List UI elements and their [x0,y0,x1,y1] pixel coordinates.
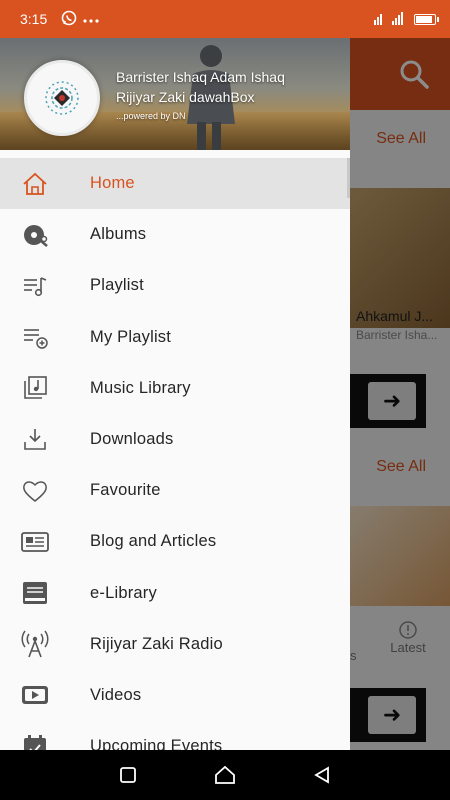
menu-item-videos[interactable]: Videos [0,670,350,721]
whatsapp-icon [61,10,77,29]
menu-item-favourite[interactable]: Favourite [0,465,350,516]
menu-item-downloads[interactable]: Downloads [0,414,350,465]
header-name-line1: Barrister Ishaq Adam Ishaq [116,69,285,85]
logo-icon [45,81,79,115]
menu-item-blog[interactable]: Blog and Articles [0,516,350,567]
playlist-add-icon [20,322,50,352]
calendar-icon [20,732,50,750]
status-bar: 3:15 [0,0,450,38]
menu-item-label: Blog and Articles [90,532,217,551]
menu-item-albums[interactable]: Albums [0,209,350,260]
home-icon [20,169,50,199]
playlist-icon [20,271,50,301]
heart-icon [20,476,50,506]
radio-tower-icon [20,629,50,659]
menu-item-label: Favourite [90,481,161,500]
menu-item-label: Home [90,174,135,193]
home-nav-icon [215,765,235,784]
header-name-line2: Rijiyar Zaki dawahBox [116,89,255,105]
menu-item-label: Music Library [90,378,191,397]
back-icon [313,766,329,784]
menu-item-label: Upcoming Events [90,737,223,750]
drawer-header: Barrister Ishaq Adam Ishaq Rijiyar Zaki … [0,38,350,150]
signal-icon [374,11,408,28]
menu-item-music-library[interactable]: Music Library [0,363,350,414]
menu-item-label: Playlist [90,276,144,295]
avatar[interactable] [24,60,100,136]
music-library-icon [20,373,50,403]
battery-icon [414,13,439,25]
menu-item-radio[interactable]: Rijiyar Zaki Radio [0,619,350,670]
back-button[interactable] [302,755,342,795]
header-powered-by: ...powered by DN [116,111,186,121]
book-icon [20,578,50,608]
menu-item-upcoming-events[interactable]: Upcoming Events [0,721,350,750]
drawer-menu: Home Albums Playlist My Playlist Music L… [0,158,350,750]
navigation-drawer: Barrister Ishaq Adam Ishaq Rijiyar Zaki … [0,38,350,750]
menu-item-label: My Playlist [90,327,172,346]
download-icon [20,425,50,455]
album-disc-icon [20,220,50,250]
menu-item-playlist[interactable]: Playlist [0,260,350,311]
menu-item-label: Downloads [90,430,174,449]
menu-item-label: Albums [90,225,147,244]
menu-item-label: Rijiyar Zaki Radio [90,634,223,653]
newspaper-icon [20,527,50,557]
status-time: 3:15 [20,11,48,27]
menu-item-my-playlist[interactable]: My Playlist [0,312,350,363]
menu-item-label: e-Library [90,583,157,602]
more-notifications-icon [83,11,99,27]
drawer-scrollbar[interactable] [347,158,350,198]
system-navigation-bar [0,750,450,800]
video-icon [20,680,50,710]
menu-item-e-library[interactable]: e-Library [0,568,350,619]
recents-button[interactable] [108,755,148,795]
menu-item-home[interactable]: Home [0,158,350,210]
menu-item-label: Videos [90,685,142,704]
recents-icon [120,767,137,783]
home-button[interactable] [205,755,245,795]
